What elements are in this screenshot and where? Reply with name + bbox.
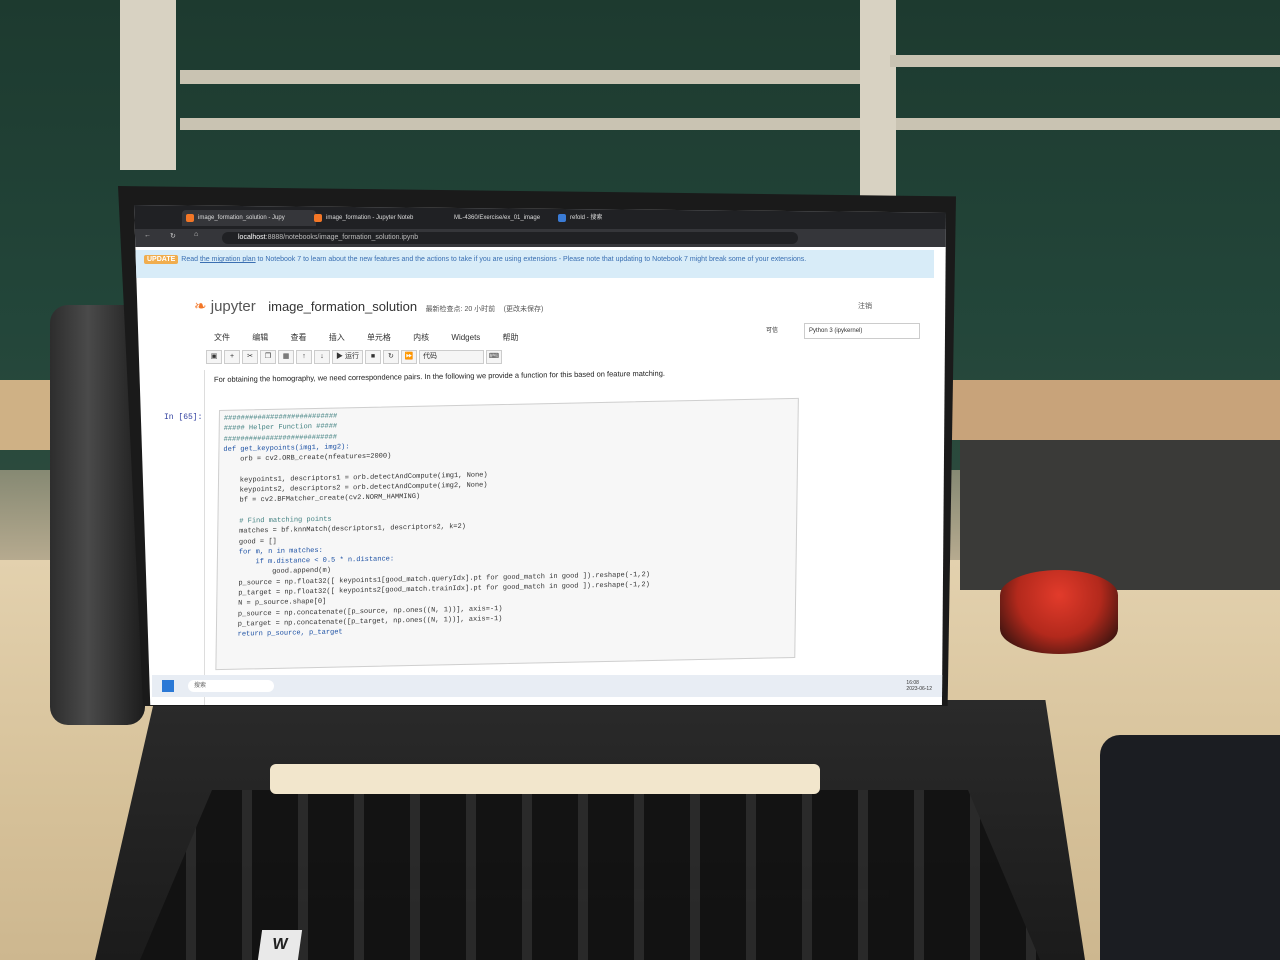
menu-cell[interactable]: 单元格 [367,333,391,342]
red-cup [1000,570,1118,654]
move-up-icon[interactable]: ↑ [296,350,312,364]
board-frame-right [890,55,1280,67]
logout-button[interactable]: 注销 [858,301,872,311]
menu-help[interactable]: 帮助 [503,333,519,342]
run-button[interactable]: ▶ 运行 [332,350,363,364]
notebook-name[interactable]: image_formation_solution [268,299,417,314]
home-icon[interactable]: ⌂ [194,231,198,238]
code-cell[interactable]: ########################### ##### Helper … [215,397,799,671]
menu-file[interactable]: 文件 [214,333,230,342]
search-tab-icon [558,214,566,222]
jupyter-tab-icon [314,214,322,222]
menu-kernel[interactable]: 内核 [413,333,429,342]
taskbar-search[interactable]: 搜索 [188,680,274,692]
kernel-indicator[interactable]: Python 3 (ipykernel) [804,323,920,339]
notebook-toolbar: ▣ + ✂ ❐ ▦ ↑ ↓ ▶ 运行 ■ ↻ ⏩ 代码 ⌨ [206,350,536,366]
migration-plan-link[interactable]: the migration plan [200,256,256,263]
jupyter-logo-icon: ❧ [194,298,207,315]
cell-type-select[interactable]: 代码 [418,350,484,364]
board-frame-top [180,70,880,84]
system-tray: 16:08 2023-06-12 [906,680,932,692]
menu-widgets[interactable]: Widgets [451,333,480,342]
cell-prompt: In [65]: [164,413,203,422]
w-key[interactable]: W [257,930,303,960]
jupyter-logo[interactable]: ❧ jupyter [194,298,256,315]
menu-bar: 文件 编辑 查看 插入 单元格 内核 Widgets 帮助 [214,332,894,348]
paste-icon[interactable]: ▦ [278,350,294,364]
laptop-screen: image_formation_solution - Jupy image_fo… [134,205,946,705]
checkpoint-status: 最新检查点: 20 小时前 [425,306,496,313]
board-frame-post-left [120,0,176,170]
stop-icon[interactable]: ■ [364,350,381,364]
update-banner: UPDATE Read the migration plan to Noteboo… [134,250,934,278]
tab-ml-4360[interactable]: ML-4360/Exercise/ex_01_image [438,210,572,226]
windows-start-icon[interactable] [162,680,174,692]
keyboard-icon[interactable]: ⌨ [485,350,502,364]
tab-image-formation-solution[interactable]: image_formation_solution - Jupy [182,210,316,226]
save-icon[interactable]: ▣ [206,350,222,364]
jupyter-header: ❧ jupyter image_formation_solution 最新检查点… [194,297,894,323]
add-cell-icon[interactable]: + [224,350,240,364]
chair [960,440,1280,590]
menu-insert[interactable]: 插入 [329,333,345,342]
fast-forward-icon[interactable]: ⏩ [400,350,417,364]
address-bar-row: ← ↻ ⌂ localhost:8888/notebooks/image_for… [134,229,946,247]
move-down-icon[interactable]: ↓ [314,350,330,364]
reload-icon[interactable]: ↻ [170,232,176,240]
restart-icon[interactable]: ↻ [382,350,399,364]
tab-refold-search[interactable]: refold - 搜索 [554,210,688,226]
tab-image-formation[interactable]: image_formation - Jupyter Noteb [310,210,444,226]
cut-icon[interactable]: ✂ [242,350,258,364]
back-icon[interactable]: ← [144,232,151,239]
copy-icon[interactable]: ❐ [260,350,276,364]
jupyter-tab-icon [186,214,194,222]
menu-view[interactable]: 查看 [290,333,306,342]
update-badge: UPDATE [144,255,179,264]
trusted-indicator[interactable]: 可信 [766,325,778,334]
unsaved-status: (更改未保存) [503,306,544,313]
mouse-pad [1100,735,1280,960]
laptop-hinge [270,764,820,794]
windows-taskbar: 搜索 16:08 2023-06-12 [152,675,946,697]
address-bar[interactable]: localhost:8888/notebooks/image_formation… [222,232,798,244]
table-right [950,380,1280,440]
menu-edit[interactable]: 编辑 [252,333,268,342]
board-frame-mid [180,118,1280,130]
clock-date: 2023-06-12 [906,686,932,692]
